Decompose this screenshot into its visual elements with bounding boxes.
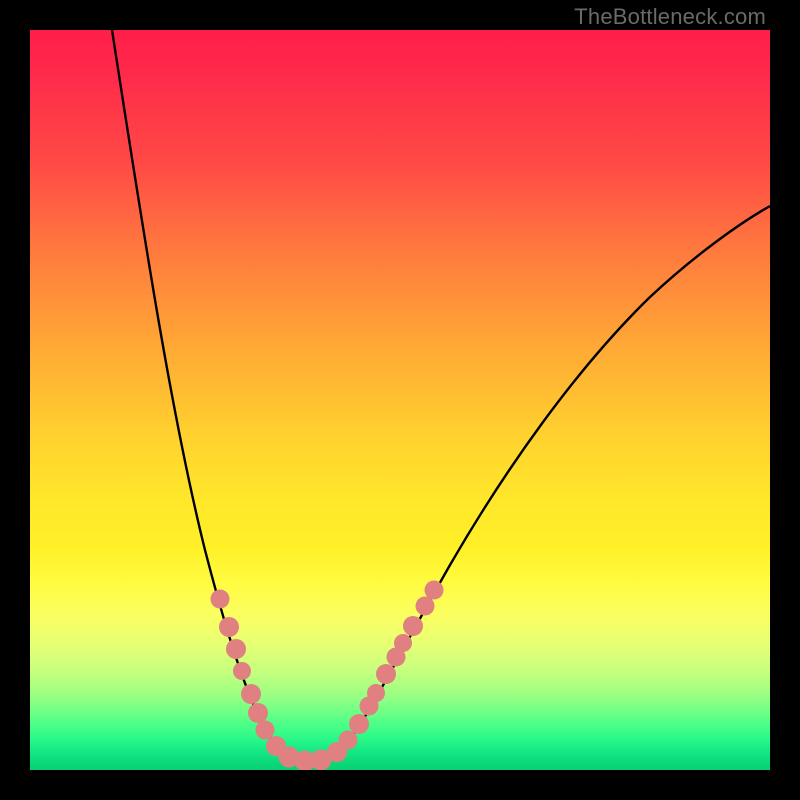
curve-dot [376, 664, 396, 684]
curve-left-branch [112, 30, 305, 761]
chart-frame: TheBottleneck.com [0, 0, 800, 800]
curve-dot [226, 639, 246, 659]
curve-dot [416, 597, 435, 616]
curve-dot [211, 590, 230, 609]
curve-right-branch [305, 206, 770, 761]
curve-dot [394, 634, 412, 652]
curve-dot [367, 684, 385, 702]
curve-dot [233, 662, 251, 680]
chart-plot-area [30, 30, 770, 770]
curve-dot [241, 684, 261, 704]
curve-dot [349, 714, 369, 734]
watermark-text: TheBottleneck.com [574, 4, 766, 30]
bottleneck-curve [30, 30, 770, 770]
curve-dot [403, 616, 423, 636]
curve-dots [211, 581, 444, 771]
curve-dot [339, 731, 358, 750]
curve-dot [256, 721, 275, 740]
curve-dot [219, 617, 239, 637]
curve-dot [248, 703, 268, 723]
curve-dot [425, 581, 444, 600]
